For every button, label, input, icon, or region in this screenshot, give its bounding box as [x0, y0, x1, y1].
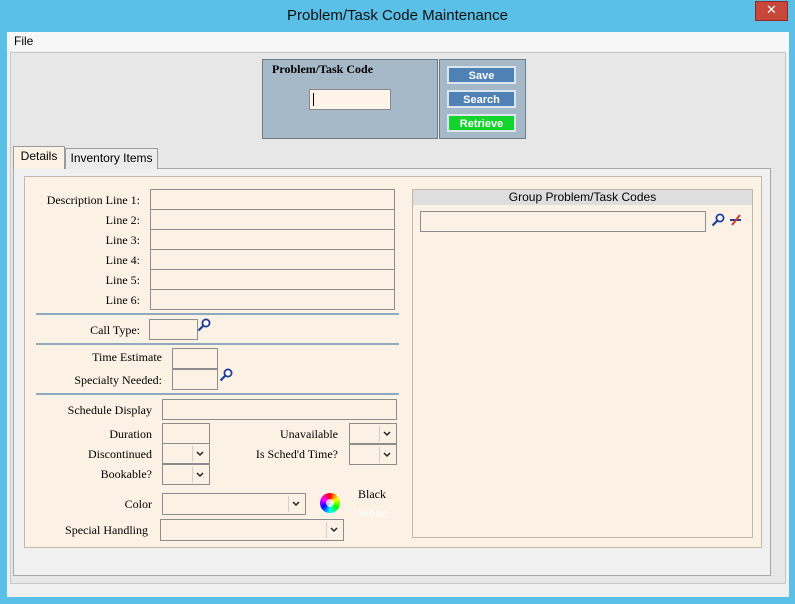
description-line3-input[interactable] — [150, 229, 395, 250]
color-black-sample: Black — [358, 487, 386, 501]
special-handling-select[interactable] — [160, 519, 344, 541]
specialty-needed-label: Specialty Needed: — [74, 373, 162, 387]
description-line3-label: Line 3: — [105, 233, 140, 247]
schedule-display-label: Schedule Display — [67, 403, 152, 417]
description-line5-input[interactable] — [150, 269, 395, 290]
bookable-label: Bookable? — [100, 467, 152, 481]
duration-label: Duration — [109, 427, 152, 441]
description-line4-label: Line 4: — [105, 253, 140, 267]
group-code-input[interactable] — [420, 211, 706, 232]
description-line4-input[interactable] — [150, 249, 395, 270]
save-button[interactable]: Save — [447, 66, 516, 84]
duration-input[interactable] — [162, 423, 210, 444]
description-line2-label: Line 2: — [105, 213, 140, 227]
time-estimate-label: Time Estimate — [92, 350, 162, 364]
menu-bar — [7, 32, 789, 51]
call-type-lookup-icon[interactable] — [197, 318, 211, 332]
menu-file[interactable]: File — [14, 33, 33, 50]
tab-inventory-items[interactable]: Inventory Items — [65, 148, 158, 169]
special-handling-label: Special Handling — [65, 523, 148, 537]
close-button[interactable]: ✕ — [755, 1, 788, 21]
time-estimate-input[interactable] — [172, 348, 218, 369]
color-white-sample: White — [358, 506, 388, 520]
unavailable-label: Unavailable — [280, 427, 338, 441]
problem-code-input[interactable] — [309, 89, 391, 110]
color-wheel-icon[interactable] — [320, 493, 340, 513]
window-title: Problem/Task Code Maintenance — [287, 7, 508, 24]
chevron-down-icon — [288, 496, 300, 512]
description-line5-label: Line 5: — [105, 273, 140, 287]
discontinued-label: Discontinued — [88, 447, 152, 461]
search-button[interactable]: Search — [447, 90, 516, 108]
specialty-lookup-icon[interactable] — [219, 368, 233, 382]
description-line1-input[interactable] — [150, 189, 395, 210]
color-label: Color — [124, 497, 152, 511]
separator — [36, 343, 399, 345]
call-type-input[interactable] — [149, 319, 198, 340]
specialty-needed-input[interactable] — [172, 369, 218, 390]
description-line2-input[interactable] — [150, 209, 395, 230]
call-type-label: Call Type: — [90, 323, 140, 337]
separator — [36, 313, 399, 315]
separator — [36, 393, 399, 395]
group-codes-panel — [412, 189, 753, 538]
description-line6-label: Line 6: — [105, 293, 140, 307]
chevron-down-icon — [192, 446, 204, 462]
is-scheduled-time-label: Is Sched'd Time? — [255, 447, 338, 461]
chevron-down-icon — [379, 426, 391, 442]
group-codes-header: Group Problem/Task Codes — [413, 190, 752, 205]
tab-details[interactable]: Details — [13, 146, 65, 169]
text-caret — [313, 93, 314, 106]
clear-filter-icon[interactable] — [729, 213, 743, 227]
description-line6-input[interactable] — [150, 289, 395, 310]
chevron-down-icon — [192, 467, 204, 483]
description-line1-label: Description Line 1: — [46, 193, 140, 207]
problem-code-label: Problem/Task Code — [272, 62, 374, 76]
chevron-down-icon — [379, 447, 391, 463]
retrieve-button[interactable]: Retrieve — [447, 114, 516, 132]
group-code-lookup-icon[interactable] — [711, 213, 725, 227]
schedule-display-input[interactable] — [162, 399, 397, 420]
chevron-down-icon — [326, 522, 338, 538]
color-select[interactable] — [162, 493, 306, 515]
